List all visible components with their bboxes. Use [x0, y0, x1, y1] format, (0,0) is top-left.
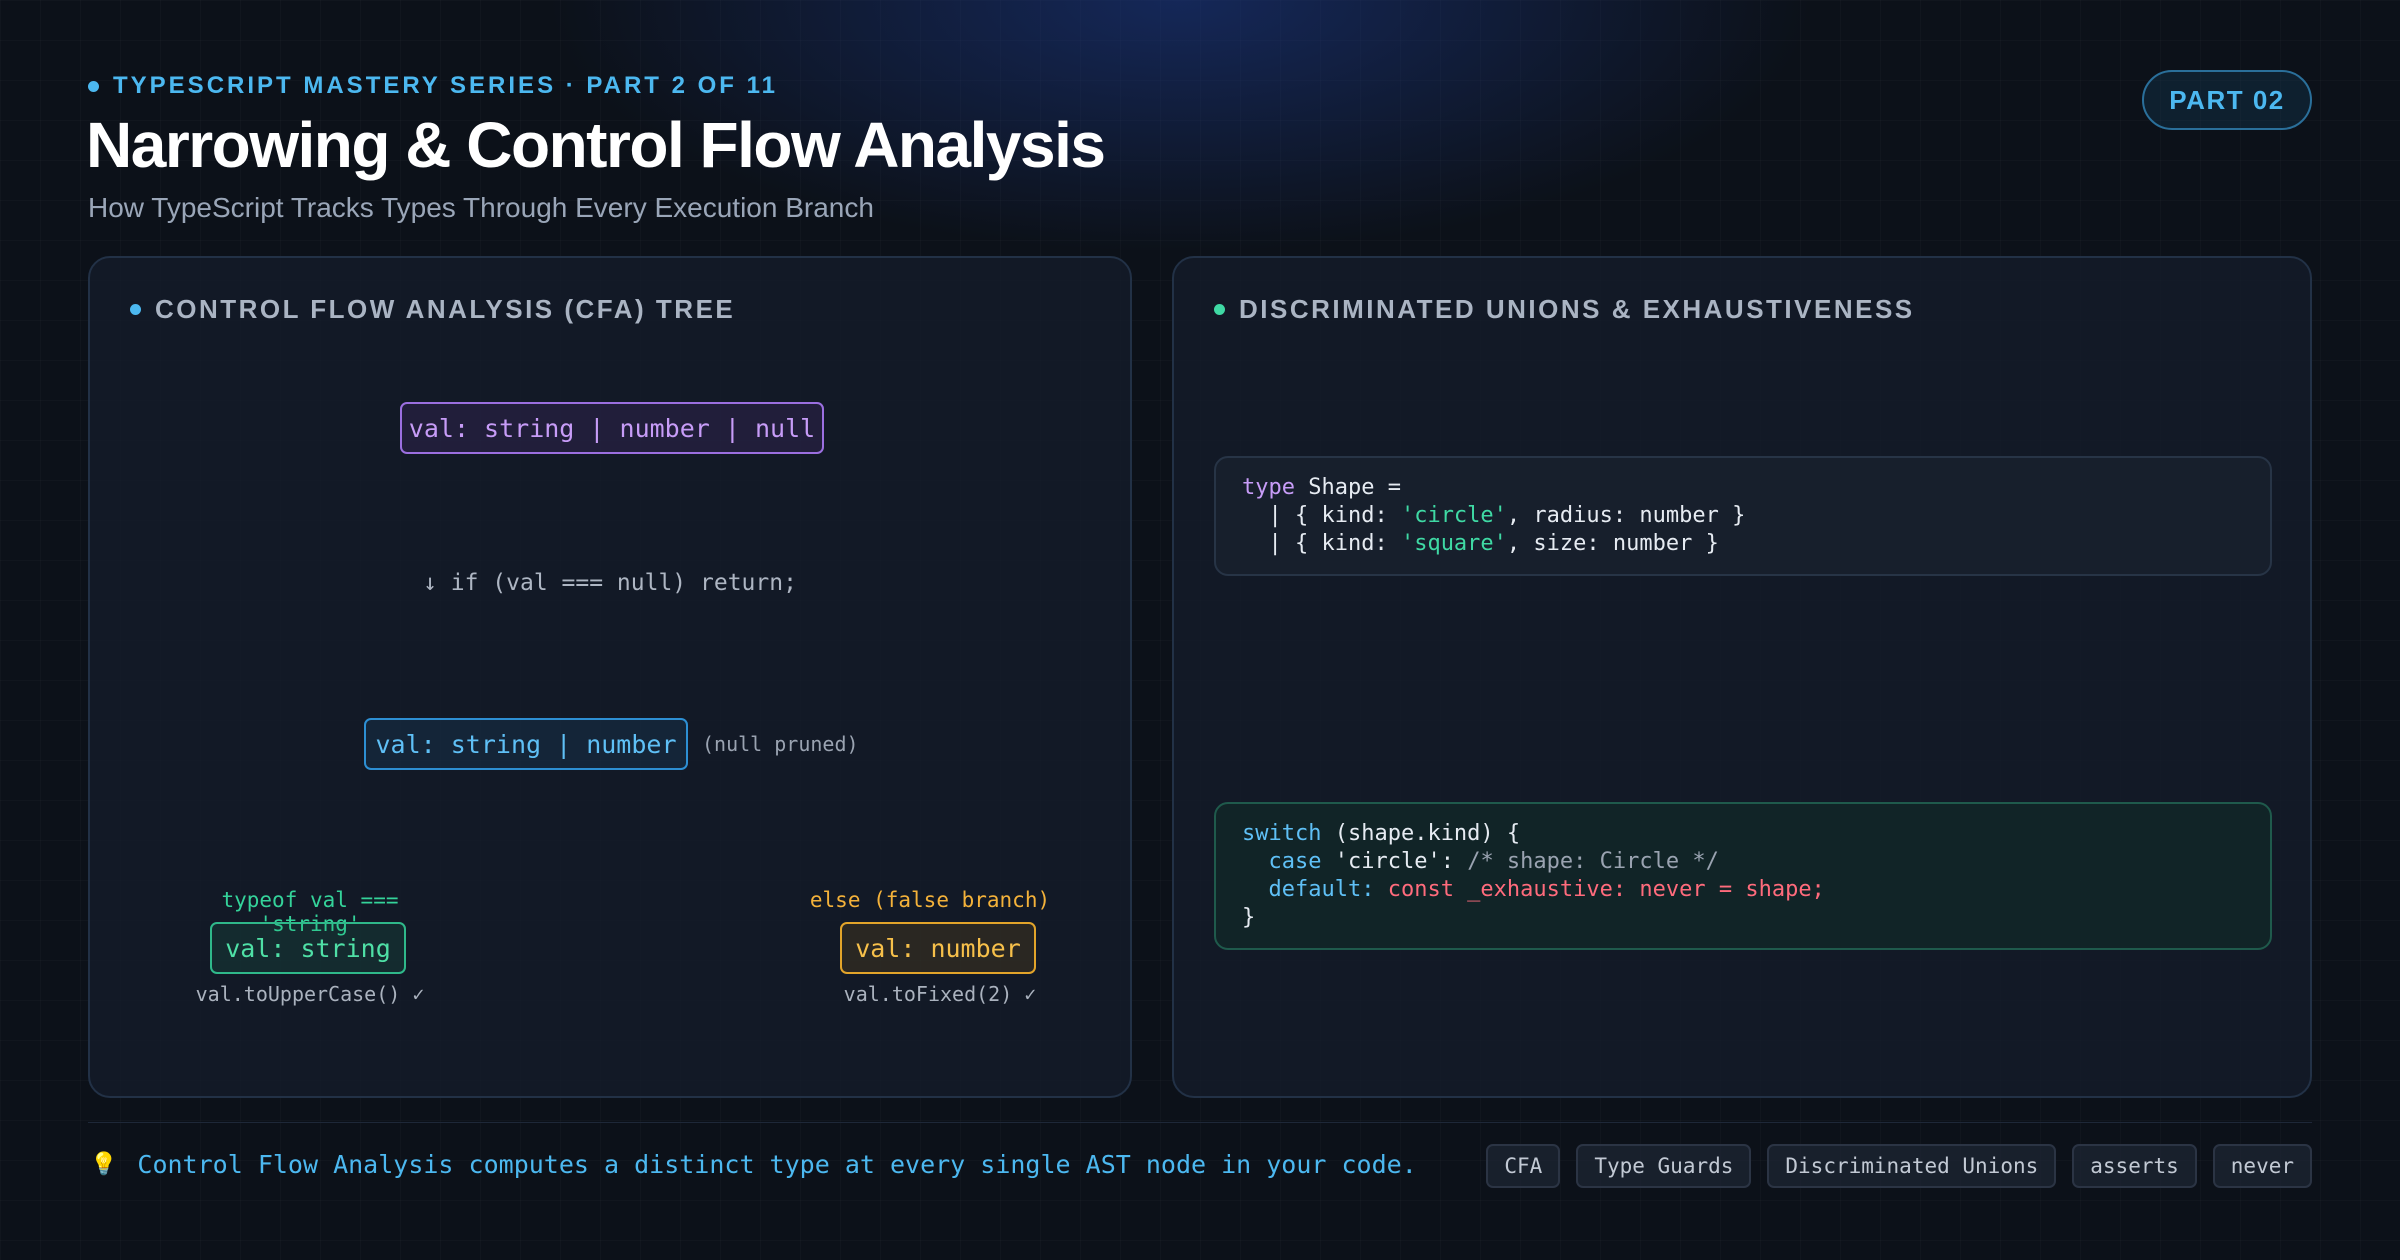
code-text: : — [1440, 849, 1454, 874]
topic-tags: CFA Type Guards Discriminated Unions ass… — [1486, 1144, 2312, 1188]
code-keyword: case — [1268, 849, 1322, 874]
tag-type-guards: Type Guards — [1576, 1144, 1752, 1188]
footer-divider — [88, 1122, 2312, 1123]
code-text: 'circle' — [1321, 849, 1441, 874]
code-keyword: switch — [1242, 821, 1322, 846]
footer-note-text: Control Flow Analysis computes a distinc… — [137, 1150, 1417, 1179]
tag-discriminated-unions: Discriminated Unions — [1767, 1144, 2057, 1188]
code-string: 'square' — [1400, 531, 1507, 556]
cfa-tree-panel: CONTROL FLOW ANALYSIS (CFA) TREE val: st… — [88, 256, 1132, 1098]
pruned-note: (null pruned) — [702, 732, 859, 756]
page-title: Narrowing & Control Flow Analysis — [86, 109, 1106, 181]
series-dot-icon — [88, 80, 99, 92]
code-text: , radius: number } — [1506, 503, 1746, 528]
code-text: | { kind: — [1242, 503, 1401, 528]
code-text: (shape.kind) { — [1321, 821, 1521, 846]
series-label: TYPESCRIPT MASTERY SERIES · PART 2 OF 11 — [88, 72, 778, 100]
switch-code-block: switch (shape.kind) { case 'circle': /* … — [1214, 802, 2272, 950]
string-method-note: val.toUpperCase() ✓ — [195, 982, 425, 1006]
part-badge: PART 02 — [2142, 70, 2312, 130]
root-type-node: val: string | number | null — [400, 402, 824, 454]
discriminated-unions-panel: DISCRIMINATED UNIONS & EXHAUSTIVENESS ty… — [1172, 256, 2312, 1098]
tag-cfa: CFA — [1486, 1144, 1561, 1188]
false-branch-condition: else (false branch) — [809, 888, 1051, 912]
unions-panel-heading: DISCRIMINATED UNIONS & EXHAUSTIVENESS — [1214, 294, 1915, 325]
unions-heading-text: DISCRIMINATED UNIONS & EXHAUSTIVENESS — [1239, 294, 1915, 324]
string-type-node: val: string — [210, 922, 406, 974]
heading-dot-icon — [130, 304, 141, 315]
code-comment: /* shape: Circle */ — [1453, 849, 1719, 874]
code-text: } — [1242, 905, 1256, 930]
heading-dot-icon — [1214, 304, 1225, 315]
lightbulb-icon: 💡 — [90, 1152, 118, 1177]
code-text: | { kind: — [1242, 531, 1401, 556]
code-exhaustive-check: const _exhaustive: never = shape; — [1374, 877, 1825, 902]
narrowed-type-node: val: string | number — [364, 718, 688, 770]
code-text: , size: number } — [1506, 531, 1719, 556]
tag-asserts: asserts — [2072, 1144, 2197, 1188]
series-text: TYPESCRIPT MASTERY SERIES · PART 2 OF 11 — [113, 72, 779, 99]
code-text: Shape = — [1294, 475, 1401, 500]
cfa-panel-heading: CONTROL FLOW ANALYSIS (CFA) TREE — [130, 294, 735, 325]
number-type-node: val: number — [840, 922, 1036, 974]
code-keyword: default: — [1268, 877, 1375, 902]
shape-type-code-block: type Shape = | { kind: 'circle', radius:… — [1214, 456, 2272, 576]
cfa-heading-text: CONTROL FLOW ANALYSIS (CFA) TREE — [155, 294, 736, 324]
code-keyword: type — [1242, 475, 1295, 500]
number-method-note: val.toFixed(2) ✓ — [843, 982, 1037, 1006]
footer-note: 💡 Control Flow Analysis computes a disti… — [90, 1150, 1417, 1179]
code-string: 'circle' — [1400, 503, 1507, 528]
null-check-statement: ↓ if (val === null) return; — [423, 570, 797, 596]
page-subtitle: How TypeScript Tracks Types Through Ever… — [88, 192, 874, 223]
tag-never: never — [2212, 1144, 2312, 1188]
